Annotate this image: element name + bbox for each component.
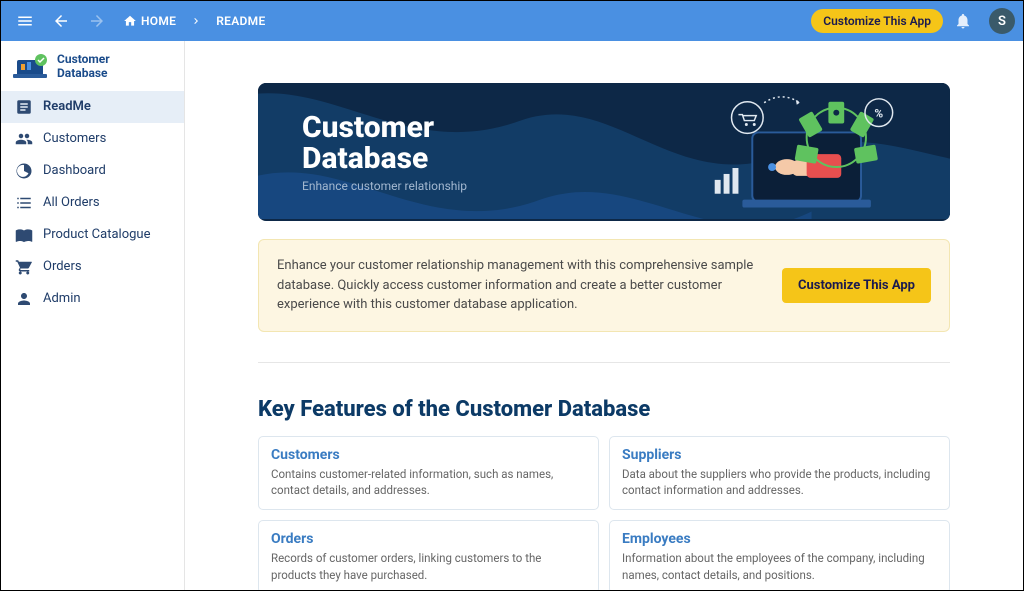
topbar: HOME README Customize This App S [1,1,1023,41]
dashboard-icon [15,162,33,180]
svg-text:%: % [874,107,883,121]
feature-title: Suppliers [622,447,937,463]
feature-desc: Records of customer orders, linking cust… [271,550,586,583]
features-grid: Customers Contains customer-related info… [258,436,950,591]
sidebar-item-admin[interactable]: Admin [1,283,184,315]
feature-card-customers[interactable]: Customers Contains customer-related info… [258,436,599,510]
sidebar-item-dashboard[interactable]: Dashboard [1,155,184,187]
app-logo[interactable]: Customer Database [1,49,184,91]
feature-card-orders[interactable]: Orders Records of customer orders, linki… [258,520,599,590]
callout-text: Enhance your customer relationship manag… [277,256,758,315]
sidebar-item-label: Product Catalogue [43,227,150,242]
home-icon [123,14,137,28]
sidebar-item-label: All Orders [43,195,100,210]
customers-icon [15,130,33,148]
features-section-title: Key Features of the Customer Database [258,397,950,422]
nav-forward-button[interactable] [81,5,113,37]
customize-app-button[interactable]: Customize This App [782,268,931,303]
hero-subtitle: Enhance customer relationship [302,179,467,193]
bell-icon [954,12,972,30]
feature-desc: Contains customer-related information, s… [271,466,586,499]
cart-icon [15,258,33,276]
sidebar-item-all-orders[interactable]: All Orders [1,187,184,219]
feature-card-suppliers[interactable]: Suppliers Data about the suppliers who p… [609,436,950,510]
breadcrumb-home[interactable]: HOME [117,7,182,35]
feature-title: Orders [271,531,586,547]
logo-text: Customer Database [57,53,110,81]
sidebar: Customer Database ReadMe Customers Dashb… [1,41,185,590]
customize-callout: Enhance your customer relationship manag… [258,239,950,332]
breadcrumb-home-label: HOME [141,14,176,28]
logo-icon [13,54,51,80]
sidebar-item-label: ReadMe [43,99,91,114]
main-content-scroll[interactable]: % CustomerDatabase Enhance customer rela… [185,41,1023,590]
user-avatar[interactable]: S [989,8,1015,34]
sidebar-item-product-catalogue[interactable]: Product Catalogue [1,219,184,251]
section-divider [258,362,950,363]
feature-desc: Information about the employees of the c… [622,550,937,583]
sidebar-item-label: Dashboard [43,163,106,178]
sidebar-item-label: Customers [43,131,106,146]
chevron-right-icon [190,15,202,27]
hero-banner: % CustomerDatabase Enhance customer rela… [258,83,950,221]
sidebar-item-orders[interactable]: Orders [1,251,184,283]
nav-back-button[interactable] [45,5,77,37]
sidebar-item-readme[interactable]: ReadMe [1,91,184,123]
arrow-right-icon [88,12,106,30]
feature-desc: Data about the suppliers who provide the… [622,466,937,499]
feature-title: Employees [622,531,937,547]
readme-icon [15,98,33,116]
list-icon [15,194,33,212]
sidebar-item-customers[interactable]: Customers [1,123,184,155]
hamburger-icon [16,12,34,30]
hamburger-menu-button[interactable] [9,5,41,37]
admin-icon [15,290,33,308]
sidebar-item-label: Admin [43,291,81,306]
hero-title: CustomerDatabase [302,112,467,175]
breadcrumb-separator [186,15,206,27]
book-icon [15,226,33,244]
arrow-left-icon [52,12,70,30]
sidebar-item-label: Orders [43,259,82,274]
feature-title: Customers [271,447,586,463]
notifications-button[interactable] [947,5,979,37]
customize-app-pill[interactable]: Customize This App [811,9,943,33]
feature-card-employees[interactable]: Employees Information about the employee… [609,520,950,590]
breadcrumb-current-label: README [216,14,265,28]
breadcrumb-current[interactable]: README [210,7,271,35]
